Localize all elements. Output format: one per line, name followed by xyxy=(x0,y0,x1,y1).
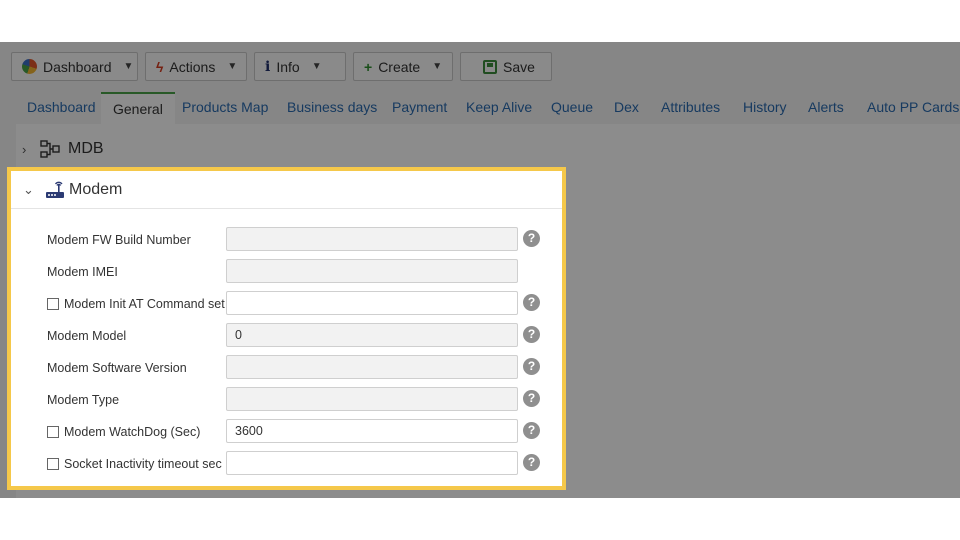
lightning-icon: ϟ xyxy=(156,58,164,75)
help-icon[interactable]: ? xyxy=(523,326,540,343)
tab-auto-pp-cards[interactable]: Auto PP Cards xyxy=(867,92,959,124)
save-button-label: Save xyxy=(503,58,535,75)
tab-keep-alive[interactable]: Keep Alive xyxy=(466,92,532,124)
save-icon xyxy=(483,59,497,74)
field-label: Modem Software Version xyxy=(47,361,187,375)
tab-bar: Dashboard General Products Map Business … xyxy=(0,92,960,125)
field-row-modem-software-version: Modem Software Version ? xyxy=(11,355,562,381)
field-label: Socket Inactivity timeout sec xyxy=(64,457,222,471)
field-label-with-checkbox: Modem WatchDog (Sec) xyxy=(47,419,200,445)
info-button-label: Info xyxy=(276,58,300,75)
diagram-icon xyxy=(40,140,62,158)
modem-init-at-command-set-checkbox[interactable] xyxy=(47,298,59,310)
info-icon: i xyxy=(265,58,271,75)
chevron-right-icon: › xyxy=(22,141,27,157)
actions-dropdown-button[interactable]: ϟ Actions ▼ xyxy=(145,52,247,81)
actions-button-label: Actions xyxy=(169,58,216,75)
help-icon[interactable]: ? xyxy=(523,294,540,311)
field-row-modem-model: Modem Model ? xyxy=(11,323,562,349)
field-label-with-checkbox: Modem Init AT Command set xyxy=(47,291,225,317)
dashboard-button-label: Dashboard xyxy=(43,58,112,75)
modem-section-highlight: ⌄ Modem Modem FW Build Number ? Modem IM… xyxy=(7,167,566,490)
chevron-down-icon: ▼ xyxy=(123,61,134,72)
plus-icon: + xyxy=(364,58,373,75)
help-icon[interactable]: ? xyxy=(523,454,540,471)
field-row-modem-imei: Modem IMEI xyxy=(11,259,562,285)
tab-queue[interactable]: Queue xyxy=(551,92,593,124)
field-label: Modem Init AT Command set xyxy=(64,297,225,311)
create-button-label: Create xyxy=(378,58,421,75)
save-button[interactable]: Save xyxy=(460,52,552,81)
field-row-modem-watchdog: Modem WatchDog (Sec) ? xyxy=(11,419,562,445)
help-icon[interactable]: ? xyxy=(523,358,540,375)
tab-attributes[interactable]: Attributes xyxy=(661,92,720,124)
tab-dex[interactable]: Dex xyxy=(614,92,639,124)
tab-products-map[interactable]: Products Map xyxy=(182,92,268,124)
dashboard-pie-icon xyxy=(22,59,37,74)
field-label: Modem IMEI xyxy=(47,265,118,279)
help-icon[interactable]: ? xyxy=(523,230,540,247)
help-icon[interactable]: ? xyxy=(523,422,540,439)
field-label: Modem WatchDog (Sec) xyxy=(64,425,201,439)
modem-watchdog-checkbox[interactable] xyxy=(47,426,59,438)
field-label: Modem Type xyxy=(47,393,120,407)
router-icon xyxy=(45,180,65,200)
tab-general[interactable]: General xyxy=(101,92,175,125)
field-row-modem-fw-build-number: Modem FW Build Number ? xyxy=(11,227,562,253)
modem-type-input[interactable] xyxy=(226,387,518,411)
field-row-modem-type: Modem Type ? xyxy=(11,387,562,413)
tab-history[interactable]: History xyxy=(743,92,787,124)
modem-model-input[interactable] xyxy=(226,323,518,347)
mdb-section-header[interactable]: › MDB xyxy=(16,130,960,168)
tab-alerts[interactable]: Alerts xyxy=(808,92,844,124)
field-label-with-checkbox: Socket Inactivity timeout sec xyxy=(47,451,222,477)
tab-payment[interactable]: Payment xyxy=(392,92,447,124)
modem-section-title: Modem xyxy=(69,180,123,198)
chevron-down-icon: ▼ xyxy=(227,61,238,72)
help-icon[interactable]: ? xyxy=(523,390,540,407)
tab-business-days[interactable]: Business days xyxy=(287,92,377,124)
mdb-section-title: MDB xyxy=(68,140,104,157)
create-dropdown-button[interactable]: + Create ▼ xyxy=(353,52,453,81)
chevron-down-icon: ⌄ xyxy=(23,181,34,197)
modem-init-at-command-set-input[interactable] xyxy=(226,291,518,315)
modem-watchdog-input[interactable] xyxy=(226,419,518,443)
modem-section-header[interactable]: ⌄ Modem xyxy=(11,171,562,209)
chevron-down-icon: ▼ xyxy=(311,61,322,72)
dashboard-dropdown-button[interactable]: Dashboard ▼ xyxy=(11,52,138,81)
tab-dashboard[interactable]: Dashboard xyxy=(27,92,96,124)
chevron-down-icon: ▼ xyxy=(432,61,443,72)
modem-imei-input[interactable] xyxy=(226,259,518,283)
modem-fw-build-number-input[interactable] xyxy=(226,227,518,251)
field-row-modem-init-at-command-set: Modem Init AT Command set ? xyxy=(11,291,562,317)
field-label: Modem FW Build Number xyxy=(47,233,191,247)
info-dropdown-button[interactable]: i Info ▼ xyxy=(254,52,346,81)
field-label: Modem Model xyxy=(47,329,127,343)
socket-inactivity-timeout-checkbox[interactable] xyxy=(47,458,59,470)
socket-inactivity-timeout-input[interactable] xyxy=(226,451,518,475)
toolbar: Dashboard ▼ ϟ Actions ▼ i Info ▼ + Creat… xyxy=(0,42,960,86)
modem-software-version-input[interactable] xyxy=(226,355,518,379)
field-row-socket-inactivity-timeout: Socket Inactivity timeout sec ? xyxy=(11,451,562,477)
